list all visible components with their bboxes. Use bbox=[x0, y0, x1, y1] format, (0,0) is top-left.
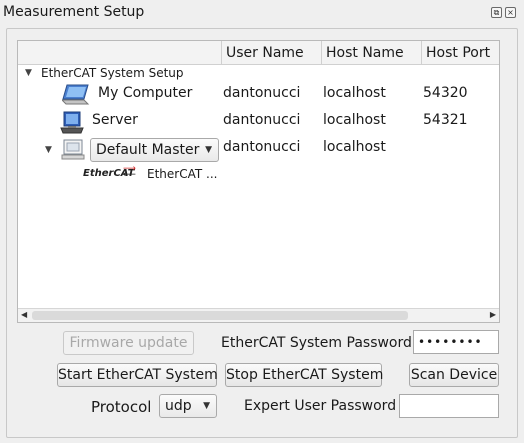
ethercat-logo: EtherCAT ⟶ ⟵ bbox=[83, 164, 136, 180]
row-name: Server bbox=[92, 112, 138, 128]
protocol-select-value: udp bbox=[165, 398, 192, 414]
chevron-down-icon: ▼ bbox=[203, 401, 210, 411]
protocol-select[interactable]: udp ▼ bbox=[159, 394, 217, 418]
row-port: 54320 bbox=[423, 85, 468, 101]
expand-arrow-icon[interactable]: ▼ bbox=[45, 145, 52, 155]
server-icon bbox=[60, 111, 84, 134]
system-password-label: EtherCAT System Password bbox=[221, 335, 412, 351]
expand-arrow-icon[interactable]: ▼ bbox=[25, 68, 32, 78]
close-window-icon[interactable]: × bbox=[505, 7, 516, 18]
tree-row[interactable]: My Computer dantonucci localhost 54320 bbox=[18, 83, 499, 110]
tree-group-row[interactable]: ▼ EtherCAT System Setup bbox=[18, 65, 499, 83]
column-header-user[interactable]: User Name bbox=[221, 41, 321, 65]
expert-password-field[interactable] bbox=[399, 394, 499, 418]
row-host: localhost bbox=[323, 85, 386, 101]
stop-ethercat-button[interactable]: Stop EtherCAT System bbox=[225, 363, 383, 387]
expert-password-label: Expert User Password bbox=[244, 398, 397, 414]
row-user: dantonucci bbox=[223, 112, 301, 128]
column-header-name[interactable] bbox=[18, 41, 221, 65]
start-ethercat-button[interactable]: Start EtherCAT System bbox=[57, 363, 218, 387]
row-host: localhost bbox=[323, 139, 386, 155]
master-select[interactable]: Default Master ▼ bbox=[90, 138, 219, 162]
child-label: EtherCAT ... bbox=[147, 167, 218, 181]
column-header-port[interactable]: Host Port bbox=[421, 41, 499, 65]
scrollbar-thumb[interactable] bbox=[32, 311, 408, 320]
arrow-left-icon: ⟵ bbox=[123, 170, 136, 180]
system-tree: User Name Host Name Host Port ▼ EtherCAT… bbox=[17, 40, 500, 323]
laptop-icon bbox=[62, 84, 90, 105]
row-port: 54321 bbox=[423, 112, 468, 128]
system-password-field[interactable]: •••••••• bbox=[413, 330, 499, 354]
float-window-icon[interactable]: ⧉ bbox=[491, 7, 502, 18]
window-title: Measurement Setup bbox=[3, 4, 145, 20]
protocol-label: Protocol bbox=[91, 398, 152, 416]
horizontal-scrollbar[interactable]: ◀ ▶ bbox=[18, 308, 499, 322]
firmware-update-button[interactable]: Firmware update bbox=[63, 331, 194, 355]
group-label: EtherCAT System Setup bbox=[41, 66, 184, 80]
chevron-down-icon: ▼ bbox=[205, 145, 212, 155]
scroll-left-icon[interactable]: ◀ bbox=[21, 310, 27, 319]
master-select-value: Default Master bbox=[96, 142, 200, 158]
tree-row[interactable]: Server dantonucci localhost 54321 bbox=[18, 110, 499, 137]
scroll-right-icon[interactable]: ▶ bbox=[490, 310, 496, 319]
row-host: localhost bbox=[323, 112, 386, 128]
tree-row[interactable]: ▼ Default Master ▼ dantonucci localhost bbox=[18, 137, 499, 164]
row-user: dantonucci bbox=[223, 85, 301, 101]
title-bar: Measurement Setup ⧉ × bbox=[0, 0, 524, 26]
master-icon bbox=[61, 139, 85, 160]
column-header-host[interactable]: Host Name bbox=[321, 41, 421, 65]
tree-child-row[interactable]: EtherCAT ⟶ ⟵ EtherCAT ... bbox=[18, 164, 499, 185]
row-user: dantonucci bbox=[223, 139, 301, 155]
scan-device-button[interactable]: Scan Device bbox=[409, 363, 499, 387]
row-name: My Computer bbox=[98, 85, 193, 101]
tree-header: User Name Host Name Host Port bbox=[18, 41, 499, 65]
